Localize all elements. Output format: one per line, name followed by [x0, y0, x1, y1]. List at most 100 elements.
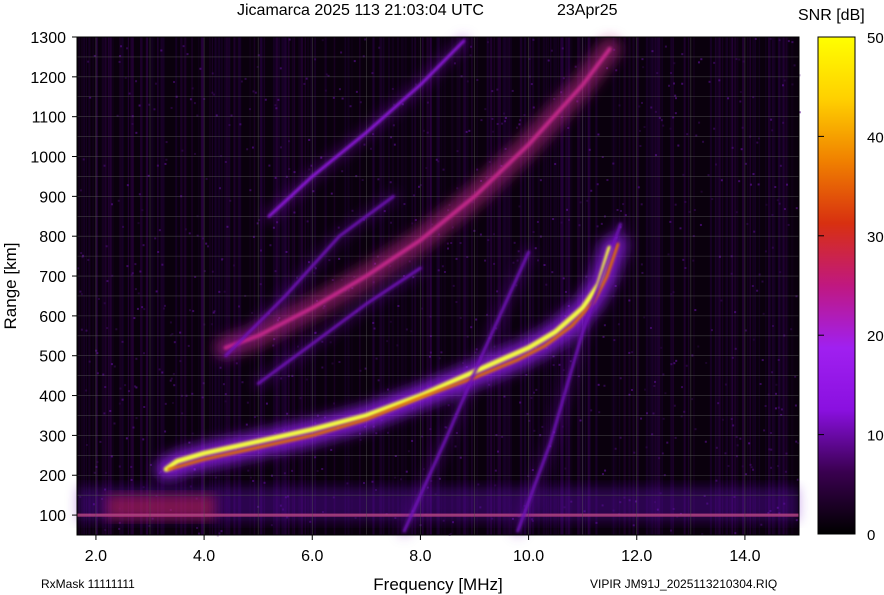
- noise-dot: [309, 520, 312, 523]
- noise-dot: [741, 465, 744, 468]
- noise-dot: [251, 311, 254, 314]
- noise-dot: [113, 365, 116, 368]
- noise-dot: [313, 272, 316, 275]
- noise-dot: [164, 430, 167, 433]
- noise-dot: [791, 41, 794, 44]
- noise-dot: [718, 79, 721, 82]
- noise-dot: [562, 369, 565, 372]
- noise-stripe: [785, 37, 788, 535]
- noise-stripe: [749, 37, 751, 535]
- noise-dot: [752, 96, 755, 99]
- noise-dot: [135, 417, 138, 420]
- noise-dot: [641, 58, 644, 61]
- noise-dot: [769, 432, 772, 435]
- noise-dot: [496, 122, 499, 125]
- noise-dot: [270, 524, 273, 527]
- noise-dot: [171, 332, 174, 335]
- noise-stripe: [496, 37, 498, 535]
- noise-dot: [197, 532, 200, 535]
- x-tick-label: 14.0: [729, 548, 760, 565]
- noise-dot: [770, 466, 773, 469]
- noise-dot: [770, 118, 773, 121]
- noise-dot: [673, 404, 676, 407]
- noise-dot: [704, 440, 707, 443]
- noise-dot: [308, 168, 311, 171]
- noise-dot: [700, 58, 703, 61]
- noise-dot: [126, 47, 129, 50]
- noise-dot: [224, 393, 227, 396]
- noise-dot: [496, 88, 499, 91]
- noise-dot: [762, 312, 765, 315]
- noise-stripe: [471, 37, 473, 535]
- noise-stripe: [737, 37, 739, 535]
- noise-dot: [638, 105, 641, 108]
- noise-dot: [695, 134, 698, 137]
- noise-dot: [121, 398, 124, 401]
- noise-dot: [229, 199, 232, 202]
- noise-dot: [80, 328, 83, 331]
- noise-dot: [411, 222, 414, 225]
- noise-stripe: [421, 37, 424, 535]
- noise-dot: [535, 388, 538, 391]
- noise-dot: [252, 90, 255, 93]
- noise-stripe: [426, 37, 429, 535]
- noise-dot: [654, 154, 657, 157]
- noise-dot: [80, 293, 83, 296]
- y-tick-label: 1000: [30, 150, 66, 167]
- noise-stripe: [145, 37, 149, 535]
- noise-stripe: [83, 37, 86, 535]
- noise-dot: [426, 101, 429, 104]
- noise-stripe: [253, 37, 256, 535]
- noise-dot: [617, 323, 620, 326]
- noise-dot: [287, 140, 290, 143]
- noise-dot: [518, 205, 521, 208]
- noise-dot: [688, 210, 691, 213]
- noise-dot: [411, 439, 414, 442]
- noise-dot: [205, 177, 208, 180]
- noise-stripe: [531, 37, 535, 535]
- noise-dot: [173, 341, 176, 344]
- noise-dot: [785, 452, 788, 455]
- noise-dot: [373, 327, 376, 330]
- noise-dot: [224, 400, 227, 403]
- noise-dot: [784, 470, 787, 473]
- noise-dot: [425, 167, 428, 170]
- noise-stripe: [282, 37, 285, 535]
- noise-dot: [211, 72, 214, 75]
- noise-dot: [531, 469, 534, 472]
- noise-dot: [713, 127, 716, 130]
- noise-stripe: [109, 37, 112, 535]
- noise-stripe: [107, 37, 110, 535]
- noise-dot: [285, 250, 288, 253]
- noise-dot: [211, 91, 214, 94]
- noise-dot: [272, 344, 275, 347]
- noise-dot: [451, 521, 454, 524]
- noise-dot: [727, 97, 730, 100]
- noise-dot: [441, 265, 444, 268]
- noise-dot: [698, 121, 701, 124]
- noise-dot: [447, 404, 450, 407]
- noise-dot: [99, 440, 102, 443]
- noise-dot: [205, 242, 208, 245]
- noise-dot: [332, 96, 335, 99]
- noise-dot: [419, 184, 422, 187]
- noise-dot: [651, 50, 654, 53]
- noise-dot: [106, 327, 109, 330]
- noise-dot: [740, 148, 743, 151]
- noise-dot: [163, 304, 166, 307]
- noise-dot: [511, 89, 514, 92]
- noise-dot: [756, 289, 759, 292]
- noise-dot: [787, 40, 790, 43]
- noise-dot: [157, 250, 160, 253]
- noise-dot: [155, 290, 158, 293]
- noise-dot: [679, 227, 682, 230]
- y-tick-label: 300: [39, 428, 66, 445]
- noise-dot: [783, 79, 786, 82]
- noise-dot: [239, 123, 242, 126]
- y-tick-label: 500: [39, 349, 66, 366]
- noise-dot: [523, 114, 526, 117]
- noise-dot: [654, 380, 657, 383]
- noise-dot: [103, 412, 106, 415]
- x-tick-label: 10.0: [513, 548, 544, 565]
- noise-dot: [341, 97, 344, 100]
